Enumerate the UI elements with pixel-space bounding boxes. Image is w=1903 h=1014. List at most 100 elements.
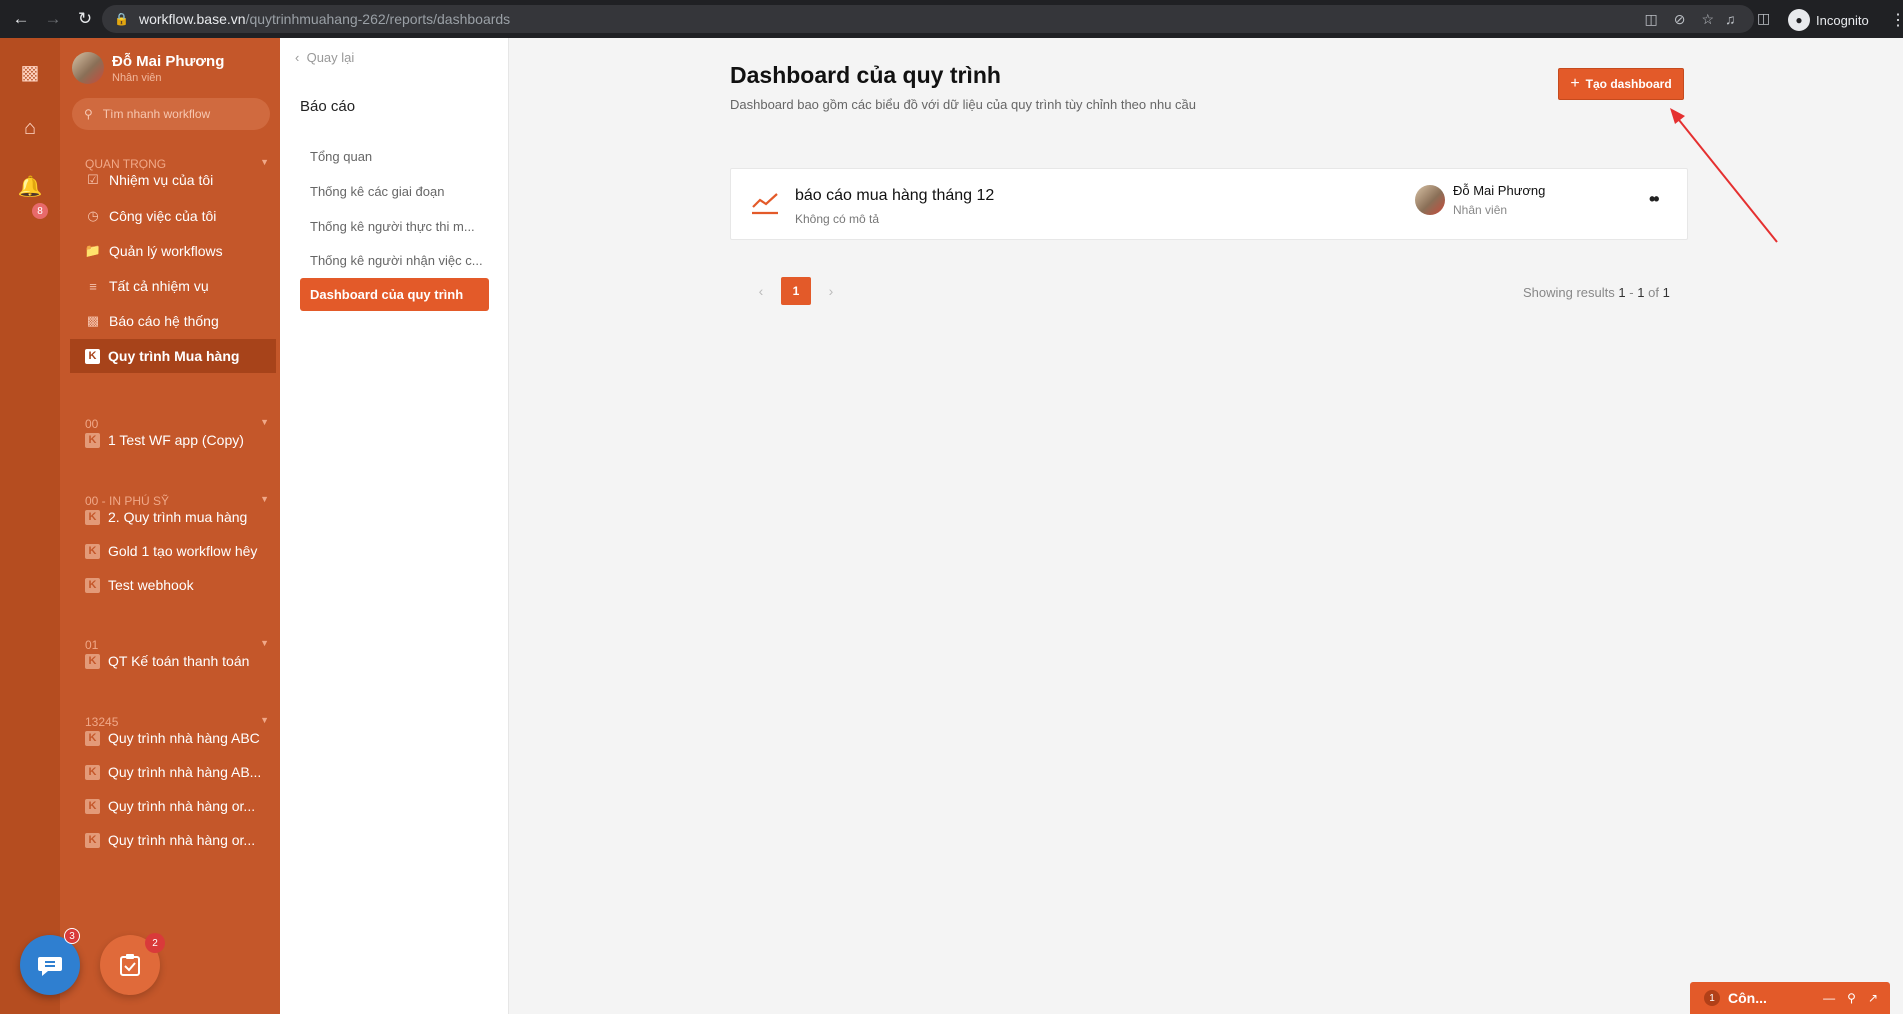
sidebar-item-label: Tất cả nhiệm vụ: [109, 278, 209, 294]
page-title: Dashboard của quy trình: [730, 62, 1001, 88]
dashboard-owner: Đỗ Mai Phương Nhân viên: [1415, 183, 1545, 217]
bar-chart-icon: ▩: [86, 313, 100, 328]
avatar: [1415, 185, 1445, 215]
sidebar-item-label: Quy trình nhà hàng or...: [108, 798, 256, 814]
profile-name: Đỗ Mai Phương: [112, 52, 225, 70]
line-chart-icon: [752, 193, 778, 215]
submenu-item-assignees[interactable]: Thống kê người nhận việc c...: [300, 244, 489, 277]
minimize-icon[interactable]: —: [1823, 991, 1835, 1005]
layers-icon: ≡: [89, 278, 97, 294]
chat-fab[interactable]: [20, 935, 80, 995]
submenu-item-dashboard[interactable]: Dashboard của quy trình: [300, 278, 489, 311]
sidebar-item-label: Quy trình Mua hàng: [108, 348, 240, 364]
browser-toolbar: ← → ↻ 🔒 workflow.base.vn/quytrinhmuahang…: [0, 0, 1903, 38]
workflow-icon: K: [85, 432, 100, 448]
home-icon[interactable]: ⌂: [18, 116, 42, 140]
search-placeholder: Tìm nhanh workflow: [102, 107, 211, 121]
chat-window-tab[interactable]: 1 Côn... — ⚲ ↗: [1690, 982, 1890, 1014]
search-input[interactable]: ⚲ Tìm nhanh workflow: [72, 98, 270, 130]
workflow-icon: K: [85, 730, 100, 746]
workflow-icon: K: [85, 543, 100, 559]
notification-badge: 8: [32, 203, 48, 219]
create-dashboard-button[interactable]: + Tạo dashboard: [1558, 68, 1684, 100]
avatar: [72, 52, 104, 84]
page-button[interactable]: 1: [781, 277, 811, 305]
sidebar-item-manage-workflows[interactable]: 📁 Quản lý workflows: [70, 234, 276, 268]
sidebar-item-my-jobs[interactable]: ◷ Công việc của tôi: [70, 199, 276, 233]
sidebar-item-quy-trinh-mua-hang[interactable]: K 2. Quy trình mua hàng: [70, 500, 276, 534]
sidebar-item-my-tasks[interactable]: ☑ Nhiệm vụ của tôi: [70, 163, 276, 197]
clipboard-check-icon: [120, 954, 140, 976]
sidebar-item-label: 2. Quy trình mua hàng: [108, 509, 248, 525]
apps-logo-icon[interactable]: ▩: [18, 60, 42, 84]
sidebar-item-label: Quy trình nhà hàng ABC: [108, 730, 260, 746]
media-icon[interactable]: ♫: [1725, 11, 1736, 27]
chat-count-badge: 1: [1704, 990, 1720, 1006]
submenu-item-executors[interactable]: Thống kê người thực thi m...: [300, 210, 489, 243]
dashboard-title[interactable]: báo cáo mua hàng tháng 12: [795, 187, 994, 205]
profile-role: Nhân viên: [112, 71, 162, 84]
address-bar[interactable]: 🔒 workflow.base.vn/quytrinhmuahang-262/r…: [102, 5, 1754, 33]
dashboard-description: Không có mô tả: [795, 212, 880, 226]
sidebar-item-system-reports[interactable]: ▩ Báo cáo hệ thống: [70, 304, 276, 338]
chat-badge: 3: [64, 928, 80, 944]
task-badge: 2: [145, 933, 165, 953]
submenu-item-stages[interactable]: Thống kê các giai đoạn: [300, 175, 489, 208]
forward-arrow-icon[interactable]: →: [38, 4, 68, 34]
reload-icon[interactable]: ↻: [70, 4, 100, 34]
submenu-title: Báo cáo: [300, 98, 356, 115]
back-link[interactable]: ‹ Quay lại: [295, 50, 354, 65]
checkbox-icon: ☑: [87, 172, 99, 187]
submenu-item-overview[interactable]: Tổng quan: [300, 140, 489, 173]
sidebar-item-all-tasks[interactable]: ≡ Tất cả nhiệm vụ: [70, 269, 276, 303]
back-label: Quay lại: [306, 50, 355, 65]
owner-name: Đỗ Mai Phương: [1453, 183, 1546, 198]
sidebar-item-test-wf-copy[interactable]: K 1 Test WF app (Copy): [70, 423, 276, 457]
url-host: workflow.base.vn: [138, 11, 246, 27]
dashboard-card[interactable]: báo cáo mua hàng tháng 12 Không có mô tả…: [730, 168, 1688, 240]
sidebar-item-purchase-process[interactable]: K Quy trình Mua hàng: [70, 339, 276, 373]
browser-menu-icon[interactable]: ⋮: [1890, 10, 1903, 30]
lock-icon: 🔒: [114, 12, 129, 26]
translate-icon[interactable]: ◫: [1644, 11, 1657, 28]
bell-icon[interactable]: 🔔: [18, 174, 43, 198]
side-panel-icon[interactable]: ◫: [1757, 10, 1770, 27]
pagination: ‹ 1 ›: [755, 277, 837, 305]
sidebar-item-nha-hang-abc[interactable]: K Quy trình nhà hàng ABC: [70, 721, 276, 755]
results-total: 1: [1662, 285, 1670, 300]
sidebar-item-test-webhook[interactable]: K Test webhook: [70, 568, 276, 602]
sidebar-item-gold-workflow[interactable]: K Gold 1 tạo workflow hêy: [70, 534, 276, 568]
search-icon: ⚲: [84, 107, 93, 121]
chevron-right-icon[interactable]: ›: [825, 283, 837, 299]
workflow-icon: K: [85, 509, 100, 525]
sidebar-item-label: Báo cáo hệ thống: [109, 313, 219, 329]
back-arrow-icon[interactable]: ←: [6, 4, 36, 34]
results-separator: -: [1629, 285, 1634, 300]
sidebar-item-nha-hang-ab[interactable]: K Quy trình nhà hàng AB...: [70, 755, 276, 789]
sidebar-item-qt-ke-toan[interactable]: K QT Kế toán thanh toán: [70, 644, 276, 678]
plus-icon: +: [1570, 75, 1580, 92]
eye-off-icon[interactable]: ⊘: [1674, 11, 1686, 28]
folder-icon: 📁: [84, 243, 102, 258]
star-icon[interactable]: ☆: [1701, 11, 1714, 28]
external-link-icon[interactable]: ↗: [1868, 991, 1878, 1005]
annotation-arrow: [1670, 108, 1778, 243]
more-options-icon[interactable]: ••: [1649, 189, 1660, 210]
chevron-left-icon[interactable]: ‹: [755, 283, 767, 299]
user-profile[interactable]: Đỗ Mai Phương Nhân viên: [72, 52, 224, 84]
search-icon[interactable]: ⚲: [1847, 991, 1856, 1005]
sidebar-item-nha-hang-or-2[interactable]: K Quy trình nhà hàng or...: [70, 823, 276, 857]
incognito-indicator[interactable]: ● Incognito: [1788, 9, 1869, 31]
owner-role: Nhân viên: [1453, 203, 1508, 217]
sidebar-item-label: Gold 1 tạo workflow hêy: [108, 543, 258, 559]
sidebar: Đỗ Mai Phương Nhân viên ⚲ Tìm nhanh work…: [60, 38, 280, 1014]
workflow-icon: K: [85, 798, 100, 814]
workflow-icon: K: [85, 832, 100, 848]
chat-icon: [38, 957, 62, 976]
sidebar-item-label: Nhiệm vụ của tôi: [109, 172, 214, 188]
results-end: 1: [1637, 285, 1645, 300]
chevron-left-icon: ‹: [295, 50, 300, 65]
sidebar-item-nha-hang-or-1[interactable]: K Quy trình nhà hàng or...: [70, 789, 276, 823]
results-of: of: [1648, 285, 1659, 300]
sidebar-item-label: Quy trình nhà hàng AB...: [108, 764, 262, 780]
